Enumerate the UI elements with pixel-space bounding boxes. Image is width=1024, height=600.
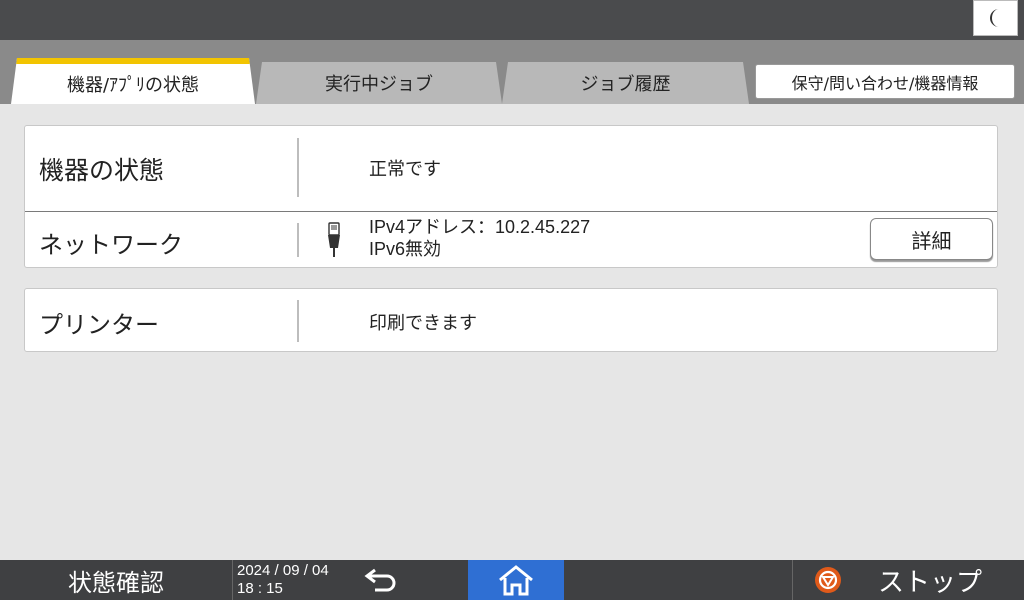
ipv6-status: IPv6無効 (369, 239, 442, 259)
printer-status-value: 印刷できます (369, 313, 477, 334)
home-button[interactable] (468, 560, 564, 600)
tab-bar: 機器/ｱﾌﾟﾘの状態 実行中ジョブ ジョブ履歴 保守/問い合わせ/機器情報 (0, 40, 1024, 104)
stop-button[interactable]: ストップ (794, 560, 1024, 600)
stop-label: ストップ (878, 567, 983, 598)
tab-job-history[interactable]: ジョブ履歴 (502, 62, 749, 104)
network-row: ネットワーク IPv4アドレス：10.2.45.227 IPv6無効 詳細 (25, 212, 997, 268)
home-icon (499, 565, 533, 596)
ipv4-address: IPv4アドレス：10.2.45.227 (369, 217, 591, 237)
status-panel: 機器の状態 正常です ネットワーク IPv4アドレス：10.2.45.227 I… (24, 125, 998, 268)
network-label: ネットワーク (39, 231, 183, 259)
tab-label: 実行中ジョブ (325, 74, 433, 95)
date-text: 2024 / 09 / 04 (237, 562, 329, 579)
status-content: 機器の状態 正常です ネットワーク IPv4アドレス：10.2.45.227 I… (0, 104, 1024, 560)
top-bar (0, 0, 1024, 40)
energy-saver-button[interactable] (973, 0, 1018, 36)
divider (297, 138, 299, 197)
tab-current-jobs[interactable]: 実行中ジョブ (256, 62, 502, 104)
network-info: IPv4アドレス：10.2.45.227 IPv6無効 (369, 216, 590, 260)
time-text: 18 : 15 (237, 580, 283, 597)
divider (297, 300, 299, 342)
lan-cable-icon (328, 222, 340, 257)
device-status-value: 正常です (369, 159, 441, 180)
network-detail-button[interactable]: 詳細 (870, 218, 993, 260)
printer-panel: プリンター 印刷できます (24, 288, 998, 352)
tab-label: ジョブ履歴 (580, 74, 671, 95)
stop-icon (815, 567, 841, 593)
divider (792, 560, 793, 600)
tab-label: 機器/ｱﾌﾟﾘの状態 (66, 75, 200, 96)
back-button[interactable] (358, 560, 404, 600)
bottom-bar: 状態確認 2024 / 09 / 04 18 : 15 ストップ (0, 560, 1024, 600)
divider (232, 560, 233, 600)
date-time: 2024 / 09 / 04 18 : 15 (237, 562, 329, 598)
divider (297, 223, 299, 257)
screen-title: 状態確認 (68, 568, 164, 597)
device-status-row: 機器の状態 正常です (25, 126, 997, 211)
tab-device-app-status[interactable]: 機器/ｱﾌﾟﾘの状態 (11, 58, 255, 104)
tab-label: 保守/問い合わせ/機器情報 (791, 73, 979, 93)
device-status-label: 機器の状態 (39, 156, 165, 185)
moon-icon (989, 8, 999, 28)
back-arrow-icon (364, 568, 396, 592)
printer-label: プリンター (39, 311, 159, 339)
tab-maintenance-inquiry-info[interactable]: 保守/問い合わせ/機器情報 (755, 64, 1015, 99)
printer-row: プリンター 印刷できます (25, 289, 997, 353)
